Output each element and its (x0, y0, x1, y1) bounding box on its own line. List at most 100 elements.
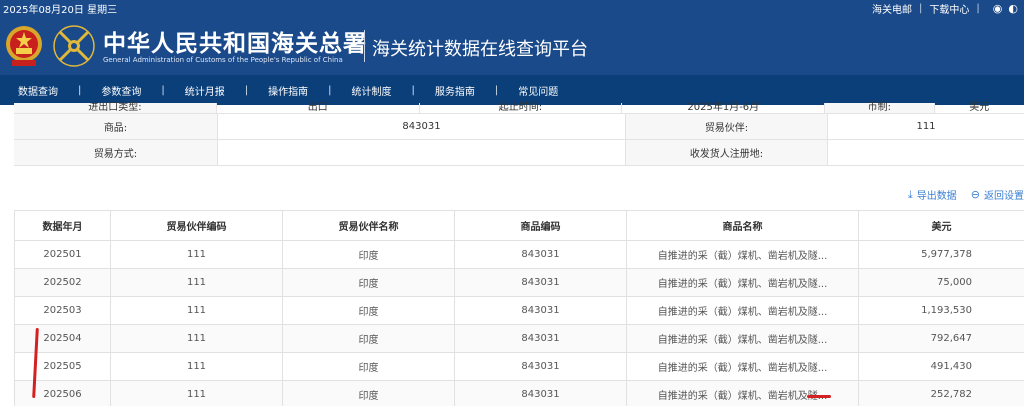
col-header-goods-code[interactable]: 商品编码 (454, 210, 627, 241)
nav-separator: | (328, 84, 332, 96)
cell-partner-name: 印度 (282, 352, 455, 381)
nav-separator: | (411, 84, 415, 96)
query-row: 商品: 843031 贸易伙伴: 111 (14, 114, 1024, 140)
cell-partner-code: 111 (110, 240, 283, 269)
col-header-usd[interactable]: 美元 (858, 210, 1024, 241)
cell-usd: 252,782 (858, 380, 1024, 406)
table-row: 202506 111 印度 843031 自推进的采（截）煤机、凿岩机及隧...… (14, 380, 1024, 406)
cell-partner-code: 111 (110, 324, 283, 353)
trade-type-label: 进出口类型: (14, 103, 217, 113)
query-row: 进出口类型: 出口 起止时间: 2025年1月-6月 币制: 美元 (14, 103, 1024, 114)
email-link[interactable]: 海关电邮 (872, 1, 912, 16)
partner-label: 贸易伙伴: (626, 114, 828, 139)
col-header-goods-name[interactable]: 商品名称 (626, 210, 859, 241)
cell-partner-name: 印度 (282, 268, 455, 297)
query-row: 贸易方式: 收发货人注册地: (14, 140, 1024, 166)
nav-parameter-query[interactable]: 参数查询 (101, 83, 141, 98)
cell-usd: 491,430 (858, 352, 1024, 381)
cell-goods-name: 自推进的采（截）煤机、凿岩机及隧... (626, 352, 859, 381)
link-separator: | (976, 3, 980, 14)
query-conditions: 进出口类型: 出口 起止时间: 2025年1月-6月 币制: 美元 商品: 84… (14, 103, 1024, 166)
table-row: 202502 111 印度 843031 自推进的采（截）煤机、凿岩机及隧...… (14, 268, 1024, 297)
nav-service-guide[interactable]: 服务指南 (435, 83, 475, 98)
table-row: 202501 111 印度 843031 自推进的采（截）煤机、凿岩机及隧...… (14, 240, 1024, 269)
cell-goods-code: 843031 (454, 380, 627, 406)
reset-settings-label: 返回设置 (984, 191, 1024, 202)
cell-partner-name: 印度 (282, 240, 455, 269)
currency-value: 美元 (969, 102, 990, 113)
cell-usd: 1,193,530 (858, 296, 1024, 325)
customs-key-icon (53, 25, 95, 67)
org-name-cn: 中华人民共和国海关总署 (103, 31, 367, 57)
cell-month: 202502 (14, 268, 111, 297)
cell-month: 202506 (14, 380, 111, 406)
cell-usd: 5,977,378 (858, 240, 1024, 269)
cell-usd: 75,000 (858, 268, 1024, 297)
cell-goods-code: 843031 (454, 324, 627, 353)
col-header-partner-code[interactable]: 贸易伙伴编码 (110, 210, 283, 241)
cell-goods-code: 843031 (454, 296, 627, 325)
download-center-link[interactable]: 下载中心 (929, 1, 969, 16)
trade-type-value: 出口 (217, 103, 420, 113)
cell-partner-code: 111 (110, 296, 283, 325)
site-header: 2025年08月20日 星期三 中华人民共和国海关总署 General Admi… (0, 0, 1024, 75)
table-row: 202505 111 印度 843031 自推进的采（截）煤机、凿岩机及隧...… (14, 352, 1024, 381)
download-icon: ⤓ (907, 187, 913, 201)
cell-goods-code: 843031 (454, 352, 627, 381)
weibo-icon[interactable]: ◉ (993, 2, 1003, 15)
back-icon: ⊖ (970, 188, 980, 201)
nav-faq[interactable]: 常见问题 (518, 83, 558, 98)
export-data-button[interactable]: ⤓ 导出数据 (907, 187, 957, 203)
registration-label: 收发货人注册地: (626, 140, 828, 165)
wechat-icon[interactable]: ◐ (1008, 2, 1018, 15)
cell-month: 202504 (14, 324, 111, 353)
nav-statistical-system[interactable]: 统计制度 (352, 83, 392, 98)
org-name-en: General Administration of Customs of the… (103, 56, 343, 64)
table-header-row: 数据年月 贸易伙伴编码 贸易伙伴名称 商品编码 商品名称 美元 (14, 210, 1024, 241)
cell-partner-code: 111 (110, 380, 283, 406)
cell-goods-code: 843031 (454, 240, 627, 269)
current-date: 2025年08月20日 星期三 (3, 5, 118, 16)
page: 2025年08月20日 星期三 中华人民共和国海关总署 General Admi… (0, 0, 1024, 406)
trade-mode-value (218, 140, 626, 165)
table-row: 202504 111 印度 843031 自推进的采（截）煤机、凿岩机及隧...… (14, 324, 1024, 353)
partner-value: 111 (916, 121, 936, 132)
cell-month: 202505 (14, 352, 111, 381)
table-row: 202503 111 印度 843031 自推进的采（截）煤机、凿岩机及隧...… (14, 296, 1024, 325)
platform-title: 海关统计数据在线查询平台 (372, 39, 588, 60)
nav-guide[interactable]: 操作指南 (268, 83, 308, 98)
nav-separator: | (161, 84, 165, 96)
national-emblem-icon (6, 26, 42, 66)
nav-separator: | (78, 84, 82, 96)
cell-goods-name: 自推进的采（截）煤机、凿岩机及隧... (626, 296, 859, 325)
col-header-partner-name[interactable]: 贸易伙伴名称 (282, 210, 455, 241)
table-actions: ⤓ 导出数据 ⊖ 返回设置 (894, 187, 1024, 203)
trade-mode-label: 贸易方式: (14, 140, 218, 165)
reset-settings-button[interactable]: ⊖ 返回设置 (971, 187, 1024, 202)
main-nav: 数据查询 | 参数查询 | 统计月报 | 操作指南 | 统计制度 | 服务指南 … (0, 75, 1024, 105)
cell-month: 202501 (14, 240, 111, 269)
cell-goods-code: 843031 (454, 268, 627, 297)
period-label: 起止时间: (420, 103, 623, 113)
top-links: 海关电邮 | 下载中心 | ◉ ◐ (872, 1, 1018, 16)
header-divider (364, 30, 365, 62)
cell-partner-code: 111 (110, 352, 283, 381)
red-annotation-underline (807, 395, 831, 398)
registration-value (828, 140, 1024, 165)
results-table: 数据年月 贸易伙伴编码 贸易伙伴名称 商品编码 商品名称 美元 202501 1… (14, 210, 1024, 406)
cell-usd: 792,647 (858, 324, 1024, 353)
col-header-month[interactable]: 数据年月 (14, 210, 111, 241)
cell-month: 202503 (14, 296, 111, 325)
cell-goods-name: 自推进的采（截）煤机、凿岩机及隧... (626, 268, 859, 297)
cell-partner-name: 印度 (282, 380, 455, 406)
export-data-label: 导出数据 (916, 191, 957, 202)
link-separator: | (919, 3, 923, 14)
cell-goods-name: 自推进的采（截）煤机、凿岩机及隧... (626, 240, 859, 269)
goods-value: 843031 (218, 114, 626, 139)
cell-goods-name: 自推进的采（截）煤机、凿岩机及隧... (626, 380, 859, 406)
cell-goods-name: 自推进的采（截）煤机、凿岩机及隧... (626, 324, 859, 353)
goods-label: 商品: (14, 114, 218, 139)
cell-partner-code: 111 (110, 268, 283, 297)
nav-monthly-report[interactable]: 统计月报 (185, 83, 225, 98)
nav-data-query[interactable]: 数据查询 (18, 83, 58, 98)
